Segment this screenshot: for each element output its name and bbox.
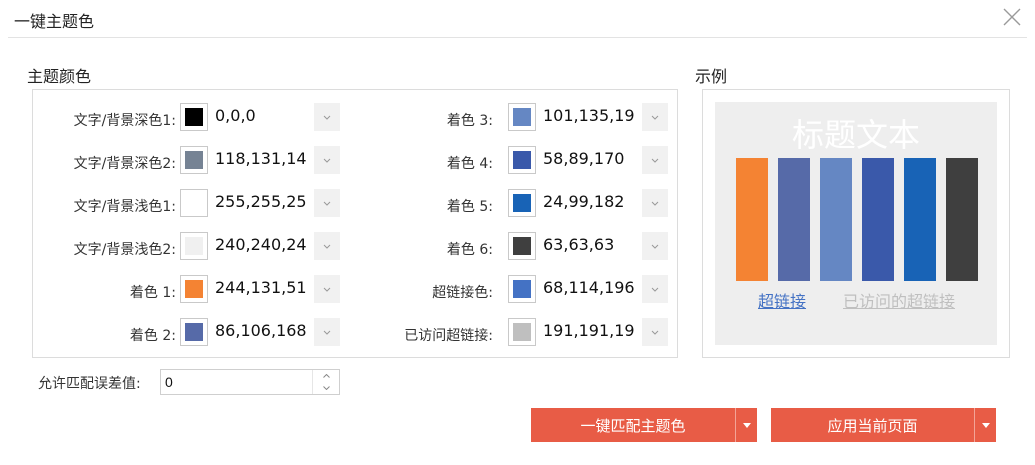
preview-bar [736, 158, 768, 281]
preview-hyperlink[interactable]: 超链接 [758, 288, 806, 312]
color-row-accent2: 着色 2: 86,106,168 [33, 318, 356, 348]
color-value[interactable]: 24,99,182 [543, 190, 639, 216]
swatch-fill [513, 194, 531, 212]
preview-bar [778, 158, 810, 281]
chevron-down-icon[interactable] [642, 232, 668, 260]
preview-bar [904, 158, 936, 281]
swatch-fill [185, 280, 203, 298]
color-label: 着色 1: [129, 285, 176, 301]
match-dropdown-icon[interactable] [735, 408, 757, 442]
chevron-down-icon[interactable] [642, 103, 668, 131]
color-swatch[interactable] [508, 146, 536, 174]
color-swatch[interactable] [508, 189, 536, 217]
preview-bar [820, 158, 852, 281]
preview-slide: 标题文本 超链接 已访问的超链接 [715, 102, 997, 345]
close-icon[interactable] [1001, 6, 1023, 28]
color-value[interactable]: 86,106,168 [215, 319, 311, 345]
spin-up-icon[interactable] [313, 370, 339, 382]
match-theme-color-button[interactable]: 一键匹配主题色 [531, 408, 735, 442]
example-heading: 示例 [695, 67, 728, 86]
color-row-accent3: 着色 3: 101,135,19 [333, 103, 673, 133]
color-value[interactable]: 255,255,25 [215, 190, 311, 216]
preview-bar [862, 158, 894, 281]
theme-colors-heading: 主题颜色 [27, 67, 92, 86]
color-value[interactable]: 244,131,51 [215, 276, 311, 302]
window-title: 一键主题色 [14, 12, 95, 31]
color-swatch[interactable] [508, 318, 536, 346]
color-value[interactable]: 118,131,14 [215, 147, 311, 173]
preview-visited-hyperlink[interactable]: 已访问的超链接 [843, 288, 955, 312]
tolerance-input[interactable] [161, 370, 315, 394]
color-row-hyperlink: 超链接色: 68,114,196 [333, 275, 673, 305]
color-value[interactable]: 58,89,170 [543, 147, 639, 173]
color-row-accent1: 着色 1: 244,131,51 [33, 275, 356, 305]
spin-buttons [312, 370, 339, 394]
color-label: 着色 5: [446, 199, 493, 215]
chevron-down-icon[interactable] [642, 318, 668, 346]
apply-current-page-button[interactable]: 应用当前页面 [771, 408, 974, 442]
color-row-accent5: 着色 5: 24,99,182 [333, 189, 673, 219]
swatch-fill [185, 108, 203, 126]
swatch-fill [513, 323, 531, 341]
preview-title: 标题文本 [791, 116, 920, 154]
color-swatch[interactable] [180, 232, 208, 260]
color-row-dark1: 文字/背景深色1: 0,0,0 [33, 103, 356, 133]
chevron-down-icon[interactable] [642, 275, 668, 303]
swatch-fill [513, 237, 531, 255]
tolerance-stepper [160, 369, 340, 395]
color-swatch[interactable] [180, 103, 208, 131]
header-divider [8, 37, 1027, 38]
tolerance-label: 允许匹配误差值: [38, 376, 141, 392]
color-label: 着色 6: [446, 242, 493, 258]
color-value[interactable]: 68,114,196 [543, 276, 639, 302]
color-row-accent6: 着色 6: 63,63,63 [333, 232, 673, 262]
spin-down-icon[interactable] [313, 382, 339, 394]
color-swatch[interactable] [180, 189, 208, 217]
color-value[interactable]: 240,240,24 [215, 233, 311, 259]
color-value[interactable]: 101,135,19 [543, 104, 639, 130]
color-value[interactable]: 191,191,19 [543, 319, 639, 345]
color-label: 着色 2: [129, 328, 176, 344]
apply-dropdown-icon[interactable] [974, 408, 996, 442]
color-row-light1: 文字/背景浅色1: 255,255,25 [33, 189, 356, 219]
preview-bar [946, 158, 978, 281]
color-swatch[interactable] [508, 103, 536, 131]
color-row-accent4: 着色 4: 58,89,170 [333, 146, 673, 176]
color-label: 超链接色: [432, 285, 493, 301]
color-label: 着色 3: [446, 113, 493, 129]
color-swatch[interactable] [180, 275, 208, 303]
color-value[interactable]: 0,0,0 [215, 104, 311, 130]
swatch-fill [185, 194, 203, 212]
swatch-fill [513, 280, 531, 298]
color-label: 文字/背景浅色1: [73, 199, 176, 215]
swatch-fill [513, 151, 531, 169]
theme-colors-panel: 文字/背景深色1: 0,0,0 文字/背景深色2: 118,131,14 文字/… [32, 89, 678, 358]
color-row-dark2: 文字/背景深色2: 118,131,14 [33, 146, 356, 176]
swatch-fill [185, 323, 203, 341]
color-swatch[interactable] [180, 146, 208, 174]
color-label: 文字/背景深色2: [73, 156, 176, 172]
color-row-light2: 文字/背景浅色2: 240,240,24 [33, 232, 356, 262]
color-swatch[interactable] [508, 275, 536, 303]
color-label: 文字/背景深色1: [73, 113, 176, 129]
color-label: 已访问超链接: [404, 328, 493, 344]
swatch-fill [185, 151, 203, 169]
swatch-fill [185, 237, 203, 255]
example-preview: 标题文本 超链接 已访问的超链接 [702, 89, 1010, 358]
color-row-visited: 已访问超链接: 191,191,19 [333, 318, 673, 348]
chevron-down-icon[interactable] [642, 189, 668, 217]
swatch-fill [513, 108, 531, 126]
color-label: 文字/背景浅色2: [73, 242, 176, 258]
color-value[interactable]: 63,63,63 [543, 233, 639, 259]
color-swatch[interactable] [180, 318, 208, 346]
color-swatch[interactable] [508, 232, 536, 260]
chevron-down-icon[interactable] [642, 146, 668, 174]
color-label: 着色 4: [446, 156, 493, 172]
